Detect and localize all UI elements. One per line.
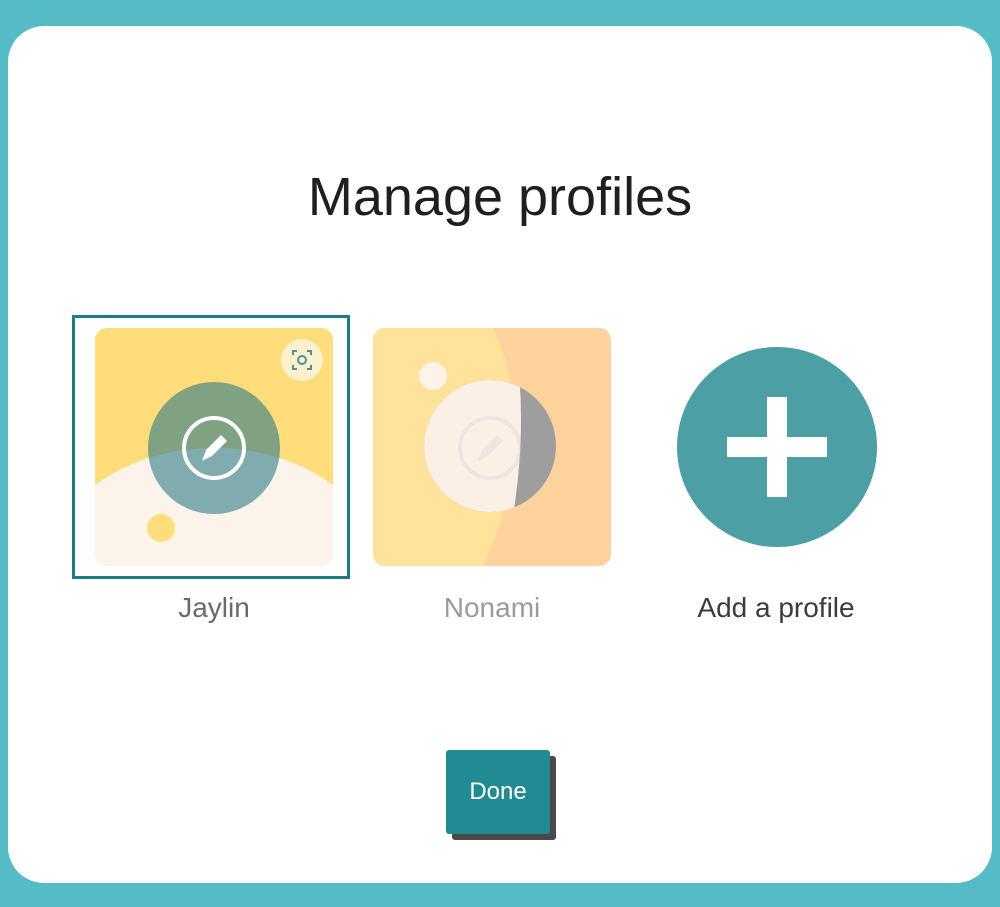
manage-profiles-dialog: Manage profiles Jaylin Nonami Add a prof…: [8, 26, 992, 883]
profile-name-nonami[interactable]: Nonami: [342, 592, 642, 624]
add-profile-button[interactable]: [677, 347, 877, 547]
profile-avatar-nonami: [373, 328, 611, 566]
profile-card-jaylin[interactable]: [95, 328, 333, 566]
face-scan-icon[interactable]: [281, 339, 323, 381]
page-title: Manage profiles: [307, 167, 693, 227]
profile-card-nonami[interactable]: [373, 328, 611, 566]
profile-name-jaylin[interactable]: Jaylin: [64, 592, 364, 624]
add-profile-label[interactable]: Add a profile: [626, 592, 926, 624]
done-button[interactable]: Done: [446, 750, 550, 834]
profile-avatar-jaylin: [95, 328, 333, 566]
plus-icon-vertical: [767, 397, 787, 497]
